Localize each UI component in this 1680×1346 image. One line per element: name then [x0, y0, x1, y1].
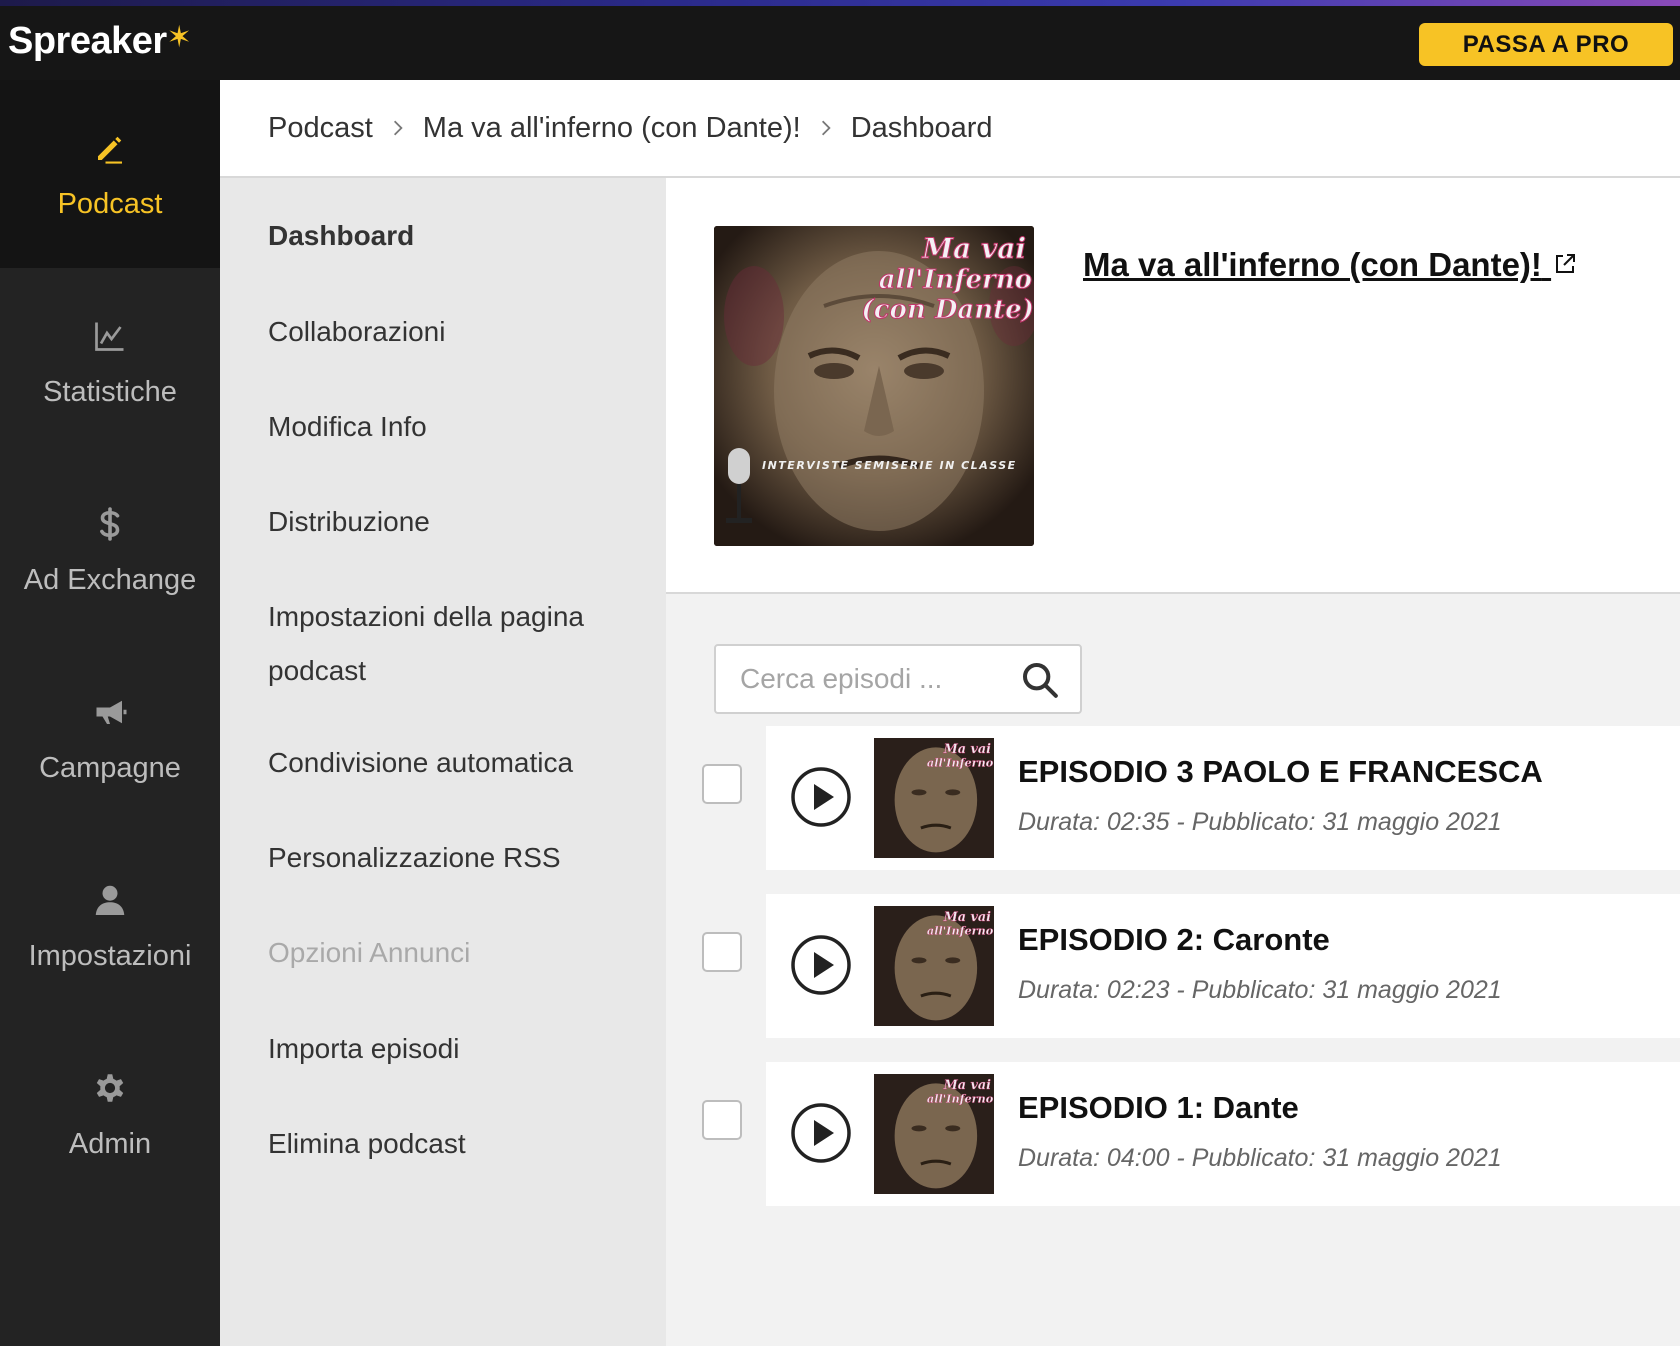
- top-accent-line: [0, 0, 1680, 6]
- nav-item-label: Impostazioni: [28, 939, 192, 972]
- logo-star-icon: ✶: [166, 21, 192, 54]
- svg-text:all'Inferno: all'Inferno: [927, 756, 994, 770]
- episode-row: Ma vai all'Inferno EPISODIO 1: Dante Dura…: [766, 1062, 1680, 1206]
- nav-item-impostazioni[interactable]: Impostazioni: [0, 832, 220, 1020]
- episode-meta: Durata: 04:00 - Pubblicato: 31 maggio 20…: [1018, 1144, 1502, 1172]
- nav-item-label: Ad Exchange: [23, 563, 197, 596]
- episode-checkbox[interactable]: [702, 932, 742, 972]
- pencil-icon: [90, 128, 130, 168]
- submenu-impostazioni-pagina[interactable]: Impostazioni della pagina podcast: [268, 590, 648, 698]
- svg-text:Ma vai: Ma vai: [943, 910, 991, 925]
- submenu-collaborazioni[interactable]: Collaborazioni: [268, 305, 648, 359]
- podcast-submenu: Dashboard Collaborazioni Modifica Info D…: [220, 178, 666, 1346]
- svg-text:all'Inferno: all'Inferno: [927, 924, 994, 938]
- episode-checkbox[interactable]: [702, 1100, 742, 1140]
- episode-meta: Durata: 02:23 - Pubblicato: 31 maggio 20…: [1018, 976, 1502, 1004]
- breadcrumb-podcast-name[interactable]: Ma va all'inferno (con Dante)!: [423, 112, 801, 145]
- breadcrumb-current: Dashboard: [850, 111, 993, 144]
- upgrade-pro-button[interactable]: PASSA A PRO: [1419, 23, 1673, 66]
- nav-item-label: Admin: [68, 1127, 152, 1160]
- breadcrumb: Podcast Ma va all'inferno (con Dante)! D…: [220, 80, 1680, 178]
- nav-item-label: Campagne: [39, 751, 181, 784]
- top-bar: Spreaker✶ PASSA A PRO: [0, 0, 1680, 80]
- external-link-icon: [1553, 246, 1577, 273]
- podcast-cover-image[interactable]: Ma vai all'Inferno (con Dante) INTERVIST…: [714, 226, 1034, 546]
- nav-item-statistiche[interactable]: Statistiche: [0, 268, 220, 456]
- episode-thumbnail[interactable]: Ma vai all'Inferno: [874, 906, 994, 1026]
- episode-search: [714, 644, 1082, 714]
- svg-text:Ma vai: Ma vai: [921, 232, 1026, 265]
- play-icon[interactable]: [790, 1102, 852, 1164]
- submenu-elimina-podcast[interactable]: Elimina podcast: [268, 1117, 648, 1171]
- breadcrumb-podcast[interactable]: Podcast: [268, 112, 373, 145]
- episode-thumbnail[interactable]: Ma vai all'Inferno: [874, 738, 994, 858]
- svg-text:Ma vai: Ma vai: [943, 742, 991, 757]
- gear-icon: [90, 1068, 130, 1108]
- episode-checkbox[interactable]: [702, 764, 742, 804]
- megaphone-icon: [90, 692, 130, 732]
- podcast-title-text: Ma va all'inferno (con Dante)!: [1083, 246, 1542, 283]
- submenu-personalizzazione-rss[interactable]: Personalizzazione RSS: [268, 831, 648, 885]
- svg-text:INTERVISTE SEMISERIE IN CLASSE: INTERVISTE SEMISERIE IN CLASSE: [762, 459, 1017, 472]
- svg-text:all'Inferno: all'Inferno: [879, 265, 1032, 295]
- svg-text:all'Inferno: all'Inferno: [927, 1092, 994, 1106]
- play-icon[interactable]: [790, 934, 852, 996]
- episode-thumbnail[interactable]: Ma vai all'Inferno: [874, 1074, 994, 1194]
- nav-item-campagne[interactable]: Campagne: [0, 644, 220, 832]
- nav-item-ad-exchange[interactable]: Ad Exchange: [0, 456, 220, 644]
- episode-title[interactable]: EPISODIO 2: Caronte: [1018, 922, 1330, 958]
- svg-text:(con Dante): (con Dante): [861, 295, 1034, 325]
- episode-meta: Durata: 02:35 - Pubblicato: 31 maggio 20…: [1018, 808, 1502, 836]
- svg-text:Ma vai: Ma vai: [943, 1078, 991, 1093]
- search-icon[interactable]: [1020, 660, 1060, 700]
- play-icon[interactable]: [790, 766, 852, 828]
- submenu-importa-episodi[interactable]: Importa episodi: [268, 1022, 648, 1076]
- submenu-distribuzione[interactable]: Distribuzione: [268, 495, 648, 549]
- left-nav: Podcast Statistiche Ad Exchange Campagne…: [0, 80, 220, 1346]
- main-content: Ma vai all'Inferno (con Dante) INTERVIST…: [666, 178, 1680, 1346]
- episode-row: Ma vai all'Inferno EPISODIO 2: Caronte Du…: [766, 894, 1680, 1038]
- dollar-icon: [90, 504, 130, 544]
- search-input[interactable]: [740, 646, 1020, 712]
- chevron-right-icon: [817, 119, 835, 137]
- submenu-condivisione-automatica[interactable]: Condivisione automatica: [268, 736, 648, 790]
- chart-icon: [90, 316, 130, 356]
- nav-item-podcast[interactable]: Podcast: [0, 80, 220, 268]
- submenu-modifica-info[interactable]: Modifica Info: [268, 400, 648, 454]
- episode-row: Ma vai all'Inferno EPISODIO 3 PAOLO E FRA…: [766, 726, 1680, 870]
- submenu-opzioni-annunci: Opzioni Annunci: [268, 937, 471, 968]
- spreaker-logo[interactable]: Spreaker✶: [8, 20, 192, 63]
- submenu-dashboard[interactable]: Dashboard: [268, 209, 648, 263]
- logo-text: Spreaker: [8, 20, 167, 62]
- episode-title[interactable]: EPISODIO 1: Dante: [1018, 1090, 1299, 1126]
- chevron-right-icon: [389, 119, 407, 137]
- episode-title[interactable]: EPISODIO 3 PAOLO E FRANCESCA: [1018, 754, 1543, 790]
- user-icon: [90, 880, 130, 920]
- nav-item-label: Statistiche: [43, 375, 177, 408]
- nav-item-label: Podcast: [57, 187, 163, 220]
- podcast-header: Ma vai all'Inferno (con Dante) INTERVIST…: [666, 178, 1680, 594]
- podcast-title-link[interactable]: Ma va all'inferno (con Dante)!: [1083, 246, 1577, 284]
- nav-item-admin[interactable]: Admin: [0, 1020, 220, 1208]
